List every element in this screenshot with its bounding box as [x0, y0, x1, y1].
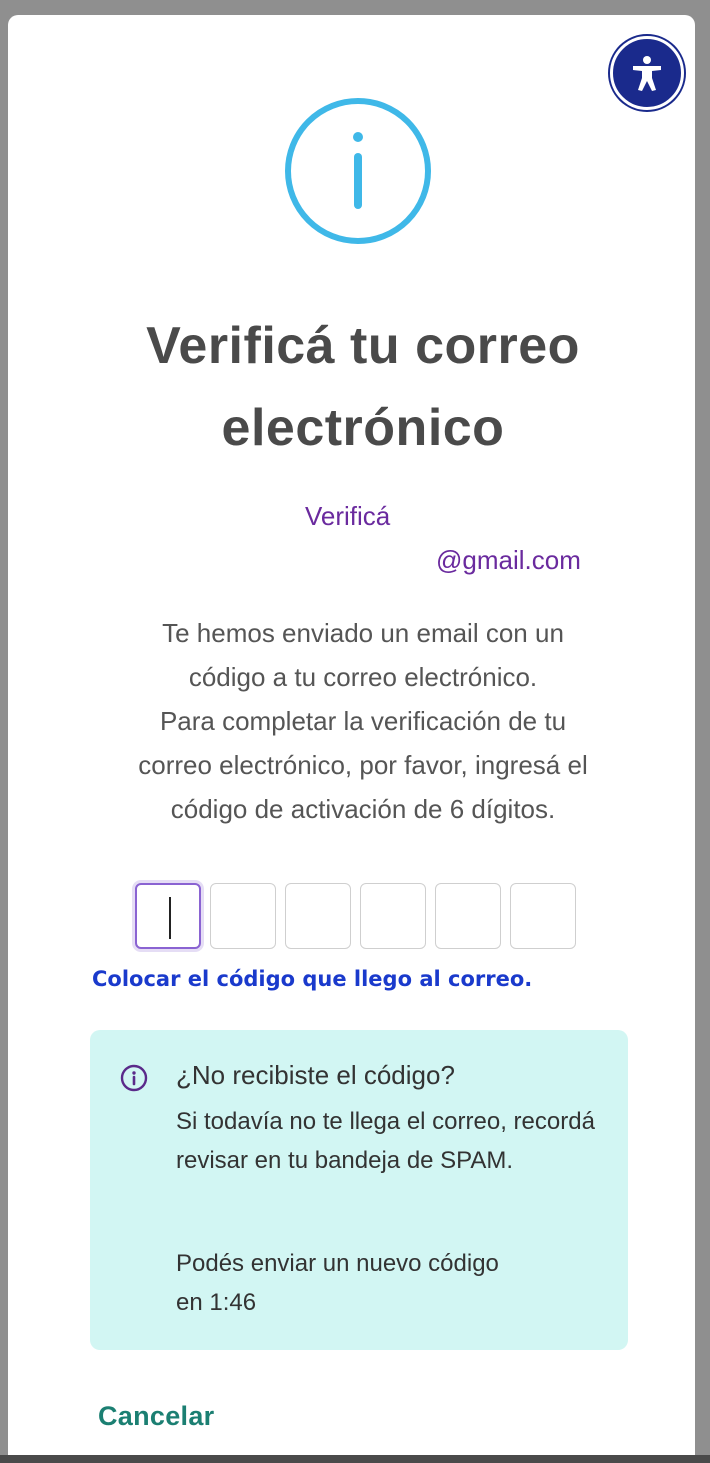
info-icon	[285, 98, 431, 244]
code-digit-1[interactable]	[135, 883, 201, 949]
page-title: Verificá tu correo electrónico	[146, 317, 580, 457]
instructions-text: Te hemos enviado un email con un código …	[48, 611, 678, 831]
accessibility-button[interactable]	[610, 36, 684, 110]
instructions-line: código a tu correo electrónico.	[188, 662, 538, 692]
code-input-group	[135, 883, 576, 949]
instructions-line: Te hemos enviado un email con un	[162, 618, 564, 648]
instructions-line: Para completar la verificación de tu	[159, 706, 567, 736]
panel-heading: ¿No recibiste el código?	[176, 1060, 455, 1090]
cancel-button[interactable]: Cancelar	[98, 1401, 214, 1432]
verification-card: Verificá tu correo electrónico Verificá …	[8, 15, 695, 1455]
accessibility-icon	[633, 56, 661, 91]
spam-notice: Si todavía no te llega el correo, record…	[176, 1108, 595, 1174]
resend-timer: Podés enviar un nuevo código en 1:46	[176, 1244, 616, 1322]
email-domain: @gmail.com	[436, 545, 581, 575]
code-digit-4[interactable]	[360, 883, 426, 949]
instructions-line: código de activación de 6 dígitos.	[170, 794, 556, 824]
bottom-edge	[0, 1455, 710, 1463]
code-digit-5[interactable]	[435, 883, 501, 949]
code-digit-6[interactable]	[510, 883, 576, 949]
code-hint: Colocar el código que llego al correo.	[92, 967, 533, 991]
info-panel: ¿No recibiste el código? Si todavía no t…	[90, 1030, 628, 1350]
code-digit-3[interactable]	[285, 883, 351, 949]
resend-countdown: en 1:46	[176, 1289, 257, 1316]
code-digit-2[interactable]	[210, 883, 276, 949]
instructions-line: correo electrónico, por favor, ingresá e…	[138, 750, 588, 780]
info-circle-icon	[120, 1064, 148, 1092]
email-prefix: Verificá	[305, 501, 391, 531]
text-caret	[169, 897, 171, 939]
resend-line: Podés enviar un nuevo código	[176, 1250, 499, 1277]
